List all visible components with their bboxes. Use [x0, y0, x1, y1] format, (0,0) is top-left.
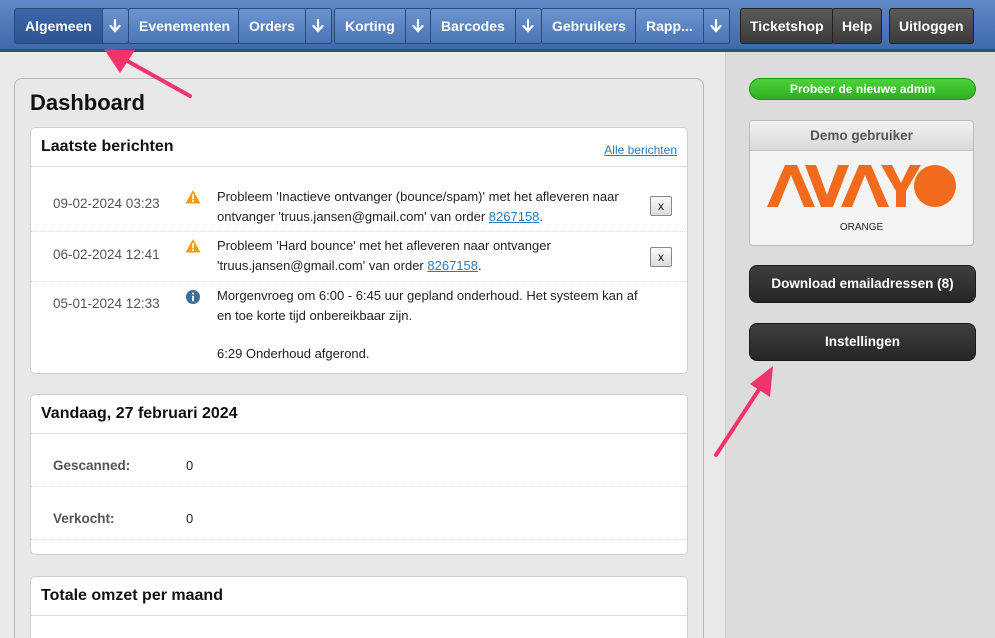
message-line: Probleem 'Hard bounce' met het afleveren…: [217, 238, 551, 253]
nav-item-gebruikers[interactable]: Gebruikers: [541, 8, 637, 44]
download-emails-button[interactable]: Download emailadressen (8): [749, 265, 976, 303]
warning-icon: [185, 238, 201, 254]
order-link[interactable]: 8267158: [489, 209, 540, 224]
nav-item-korting[interactable]: Korting: [334, 8, 432, 44]
stat-label: Gescanned:: [53, 458, 131, 473]
messages-card: Laatste berichten Alle berichten 09-02-2…: [30, 127, 688, 374]
today-card-title: Vandaag, 27 februari 2024: [41, 405, 238, 422]
nav-item-label[interactable]: Korting: [335, 9, 405, 43]
arrow-down-icon[interactable]: [101, 9, 128, 43]
message-row: 09-02-2024 03:23 Probleem 'Inactieve ont…: [31, 179, 687, 232]
settings-button[interactable]: Instellingen: [749, 323, 976, 361]
nav-item-label[interactable]: Help: [833, 9, 881, 43]
demo-user-title: Demo gebruiker: [750, 121, 973, 151]
arrow-down-icon[interactable]: [514, 9, 541, 43]
nav-item-label[interactable]: Uitloggen: [890, 9, 973, 43]
message-text: Probleem 'Hard bounce' met het afleveren…: [217, 236, 647, 276]
revenue-card-header: Totale omzet per maand: [31, 577, 687, 616]
dismiss-message-button[interactable]: x: [650, 247, 672, 267]
nav-help-button[interactable]: Help: [832, 8, 883, 44]
nav-item-label[interactable]: Barcodes: [431, 9, 515, 43]
arrow-down-icon[interactable]: [702, 9, 729, 43]
message-line-text: .: [539, 209, 544, 224]
nav-item-algemeen[interactable]: Algemeen: [14, 8, 129, 44]
message-row: 05-01-2024 12:33 Morgenvroeg om 6:00 - 6…: [31, 282, 687, 374]
top-navigation-bar: Algemeen Evenementen Orders Korting Barc…: [0, 0, 995, 52]
nav-ticketshop-button[interactable]: Ticketshop: [740, 8, 834, 44]
message-date: 05-01-2024 12:33: [53, 296, 160, 311]
stat-row: Verkocht: 0: [31, 487, 687, 540]
nav-item-label[interactable]: Algemeen: [15, 9, 102, 43]
nav-item-evenementen[interactable]: Evenementen: [128, 8, 242, 44]
all-messages-link[interactable]: Alle berichten: [604, 143, 677, 157]
message-date: 06-02-2024 12:41: [53, 247, 160, 262]
message-line: Probleem 'Inactieve ontvanger (bounce/sp…: [217, 189, 619, 204]
arrow-down-icon[interactable]: [304, 9, 331, 43]
message-line-text: ontvanger 'truus.jansen@gmail.com' van o…: [217, 209, 489, 224]
stat-row: Gescanned: 0: [31, 434, 687, 487]
page-title: Dashboard: [30, 90, 145, 115]
nav-item-label[interactable]: Gebruikers: [542, 9, 636, 43]
message-line-text: .: [478, 258, 482, 273]
message-row: 06-02-2024 12:41 Probleem 'Hard bounce' …: [31, 232, 687, 282]
organizer-logo: [767, 165, 956, 207]
demo-logo-area: ORANGE: [750, 151, 973, 245]
message-text: Morgenvroeg om 6:00 - 6:45 uur gepland o…: [217, 286, 647, 364]
message-line: Morgenvroeg om 6:00 - 6:45 uur gepland o…: [217, 288, 638, 303]
revenue-card: Totale omzet per maand: [30, 576, 688, 638]
today-card: Vandaag, 27 februari 2024 Gescanned: 0 V…: [30, 394, 688, 555]
nav-item-orders[interactable]: Orders: [238, 8, 332, 44]
nav-item-label[interactable]: Orders: [239, 9, 305, 43]
nav-logout-button[interactable]: Uitloggen: [889, 8, 974, 44]
message-line-text: 'truus.jansen@gmail.com' van order: [217, 258, 428, 273]
stat-label: Verkocht:: [53, 511, 115, 526]
message-text: Probleem 'Inactieve ontvanger (bounce/sp…: [217, 187, 647, 227]
order-link[interactable]: 8267158: [427, 258, 478, 273]
today-card-header: Vandaag, 27 februari 2024: [31, 395, 687, 434]
message-line: en toe korte tijd onbereikbaar zijn.: [217, 308, 413, 323]
message-line: 'truus.jansen@gmail.com' van order 82671…: [217, 256, 647, 276]
dismiss-message-button[interactable]: x: [650, 196, 672, 216]
stat-value: 0: [186, 511, 194, 526]
nav-item-rapportages[interactable]: Rapp...: [635, 8, 730, 44]
message-date: 09-02-2024 03:23: [53, 196, 160, 211]
demo-user-card: Demo gebruiker ORANGE: [749, 120, 974, 246]
try-new-admin-button[interactable]: Probeer de nieuwe admin: [749, 78, 976, 100]
info-icon: [185, 289, 201, 305]
stat-value: 0: [186, 458, 194, 473]
messages-card-header: Laatste berichten Alle berichten: [31, 128, 687, 167]
arrow-down-icon[interactable]: [404, 9, 431, 43]
message-line: ontvanger 'truus.jansen@gmail.com' van o…: [217, 207, 647, 227]
message-line: 6:29 Onderhoud afgerond.: [217, 346, 370, 361]
warning-icon: [185, 189, 201, 205]
logo-subtitle: ORANGE: [839, 222, 884, 233]
nav-item-label[interactable]: Rapp...: [636, 9, 703, 43]
nav-item-barcodes[interactable]: Barcodes: [430, 8, 542, 44]
revenue-card-title: Totale omzet per maand: [41, 587, 223, 604]
messages-card-title: Laatste berichten: [41, 138, 174, 155]
nav-item-label[interactable]: Ticketshop: [741, 9, 833, 43]
nav-item-label[interactable]: Evenementen: [129, 9, 240, 43]
